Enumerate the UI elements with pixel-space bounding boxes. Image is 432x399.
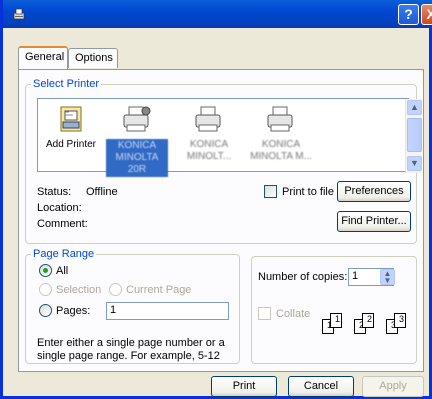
all-radio[interactable] — [39, 264, 52, 277]
select-printer-group: Select Printer Add Printer KONICA MINOLT… — [25, 78, 422, 244]
printer-item-label: KONICA MINOLTA 20R — [106, 139, 168, 177]
page-range-legend: Page Range — [33, 248, 95, 260]
cancel-button[interactable]: Cancel — [288, 376, 354, 397]
printer-item-add-printer[interactable]: Add Printer — [40, 105, 102, 151]
pages-input[interactable]: 1 — [106, 302, 229, 320]
scroll-up-icon[interactable]: ▲ — [407, 100, 422, 115]
printer-list-scrollbar[interactable]: ▲ ▼ — [405, 99, 422, 173]
all-label[interactable]: All — [56, 265, 68, 277]
find-printer-button[interactable]: Find Printer... — [337, 211, 411, 232]
add-printer-icon — [60, 106, 82, 132]
selection-radio[interactable] — [39, 283, 52, 296]
tab-general[interactable]: General — [18, 46, 68, 69]
printer-list[interactable]: Add Printer KONICA MINOLTA 20R KONICA MI… — [37, 98, 422, 177]
preferences-button[interactable]: Preferences — [337, 181, 411, 202]
printer-item-konica-3[interactable]: KONICA MINOLTA M... — [250, 105, 312, 163]
printer-item-label: Add Printer — [45, 139, 97, 150]
scroll-thumb[interactable] — [407, 118, 422, 152]
status-label: Status: — [37, 186, 72, 198]
pages-label[interactable]: Pages: — [56, 305, 90, 317]
scroll-down-icon[interactable]: ▼ — [407, 156, 422, 171]
title-bar[interactable]: ? X — [3, 0, 432, 28]
status-value: Offline — [86, 186, 118, 198]
printer-item-konica-2[interactable]: KONICA MINOLT... — [178, 105, 240, 163]
printer-app-icon — [13, 8, 25, 20]
copies-group: Number of copies: 1 ▲▼ Collate 1 1 2 2 3… — [251, 256, 417, 364]
number-of-copies-label: Number of copies: — [258, 271, 348, 283]
printer-item-konica-1[interactable]: KONICA MINOLTA 20R — [106, 105, 168, 177]
general-panel: Select Printer Add Printer KONICA MINOLT… — [18, 69, 424, 372]
printer-item-label: KONICA MINOLT... — [186, 139, 232, 162]
tab-options[interactable]: Options — [68, 48, 118, 68]
copies-spinner-icon[interactable]: ▲ ▼ — [380, 269, 395, 285]
printer-icon — [195, 106, 221, 132]
collate-label[interactable]: Collate — [276, 308, 310, 320]
apply-button[interactable]: Apply — [362, 376, 424, 397]
printer-icon — [267, 106, 293, 132]
collate-page: 2 — [362, 313, 374, 328]
pages-radio[interactable] — [39, 304, 52, 317]
printer-icon — [123, 106, 151, 132]
print-to-file-checkbox[interactable] — [264, 185, 277, 198]
comment-label: Comment: — [37, 218, 88, 230]
location-label: Location: — [37, 202, 82, 214]
page-range-group: Page Range All Selection Current Page Pa… — [25, 248, 240, 364]
print-to-file-label[interactable]: Print to file — [282, 186, 334, 198]
select-printer-legend: Select Printer — [33, 78, 100, 90]
page-range-help-text: Enter either a single page number or a s… — [37, 337, 225, 362]
printer-item-label: KONICA MINOLTA M... — [250, 139, 312, 162]
radio-dot — [43, 268, 48, 273]
print-dialog: ? X General Options Select Printer Add P… — [0, 0, 432, 399]
print-button[interactable]: Print — [211, 376, 277, 397]
collate-checkbox[interactable] — [258, 307, 271, 320]
help-button[interactable]: ? — [398, 4, 419, 25]
current-page-label[interactable]: Current Page — [126, 284, 191, 296]
close-button[interactable]: X — [421, 4, 432, 25]
current-page-radio[interactable] — [109, 283, 122, 296]
collate-page: 3 — [394, 313, 406, 328]
collate-page: 1 — [330, 313, 342, 328]
selection-label[interactable]: Selection — [56, 284, 101, 296]
